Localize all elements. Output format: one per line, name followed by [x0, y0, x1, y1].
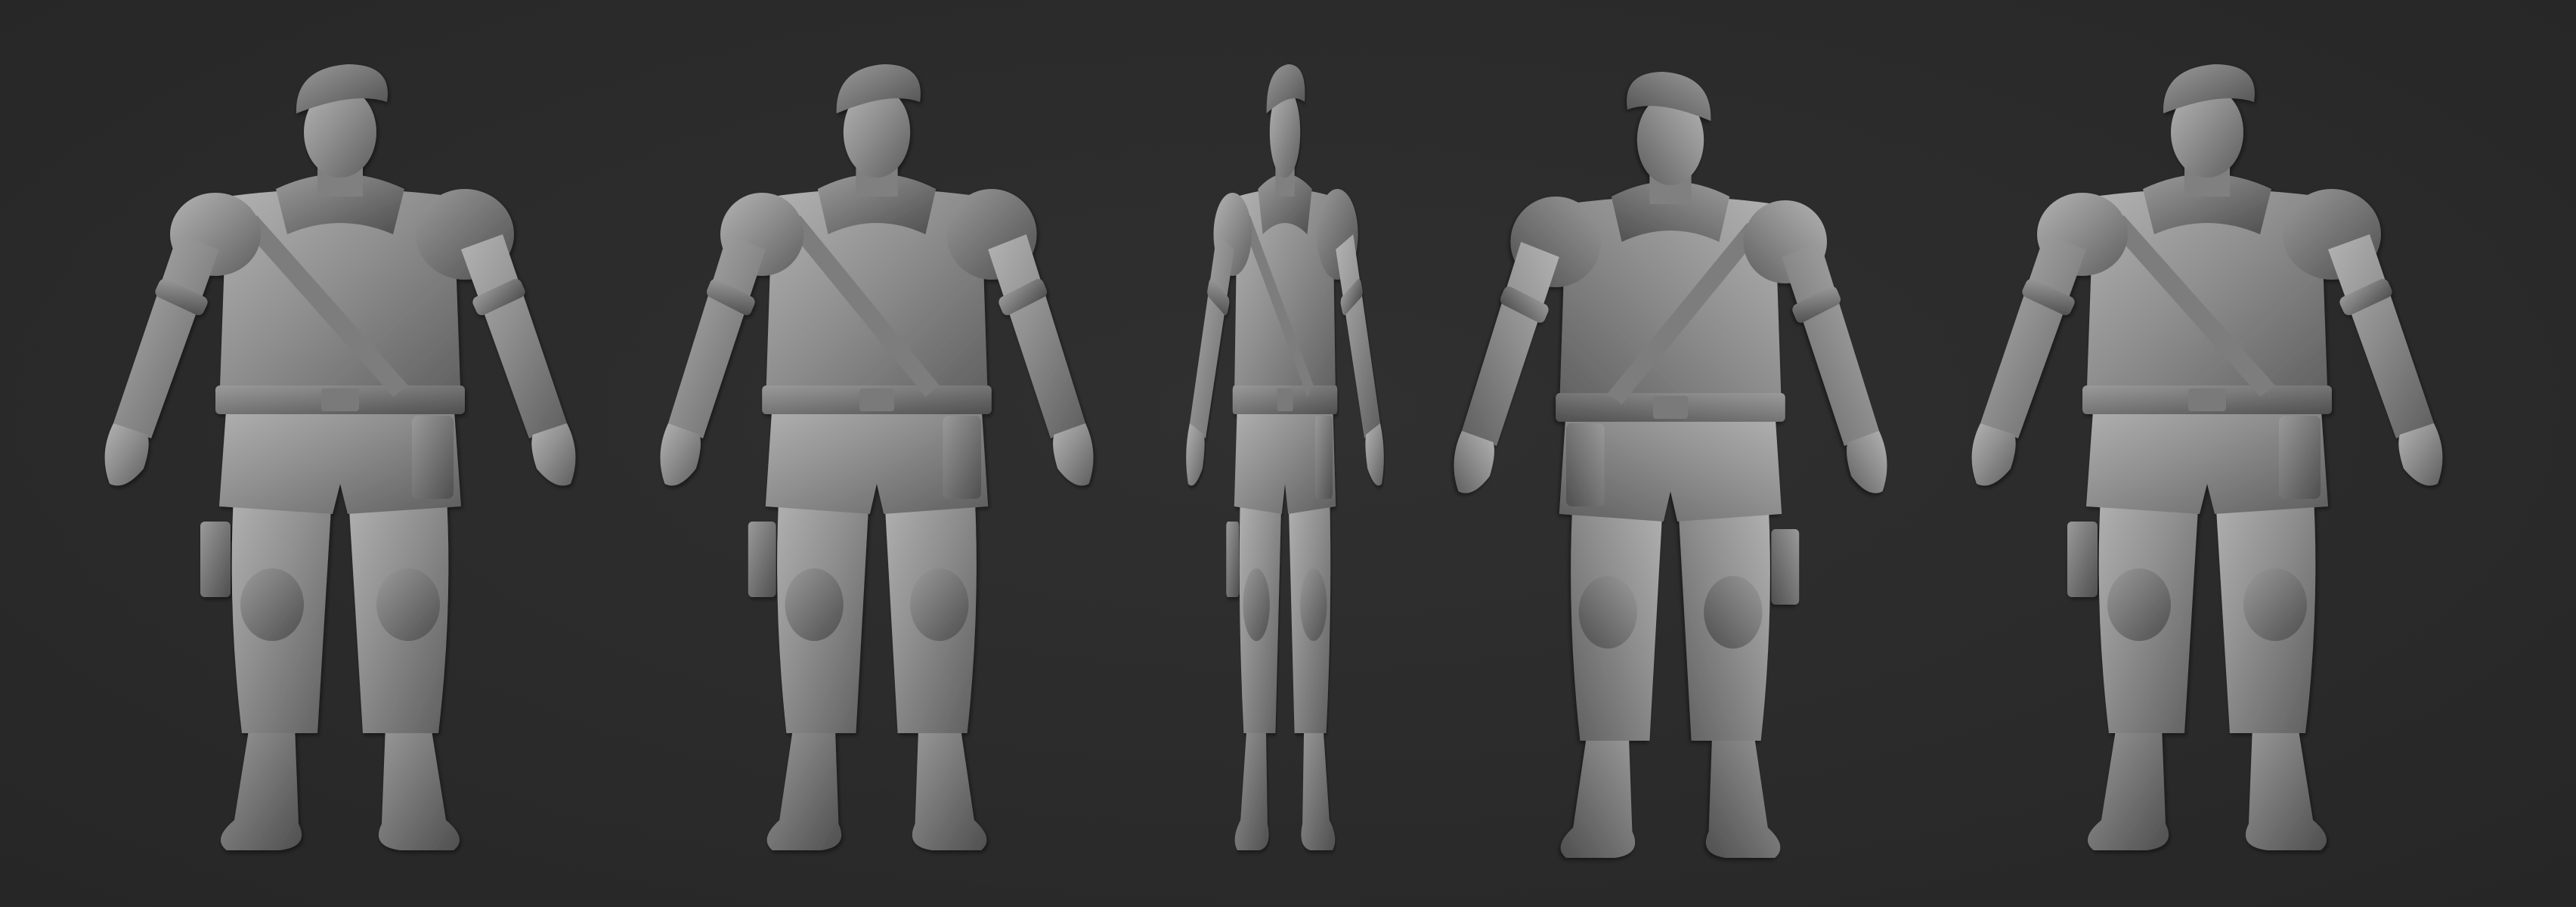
- turnaround-stage: [0, 0, 2576, 907]
- front-view-figure: [104, 64, 576, 850]
- character-turnaround-render: [104, 64, 2443, 858]
- back-three-quarter-view-figure: [1454, 72, 1887, 858]
- back-view-figure: [1971, 64, 2443, 850]
- front-three-quarter-view-figure: [660, 64, 1094, 850]
- side-view-figure: [1186, 64, 1384, 850]
